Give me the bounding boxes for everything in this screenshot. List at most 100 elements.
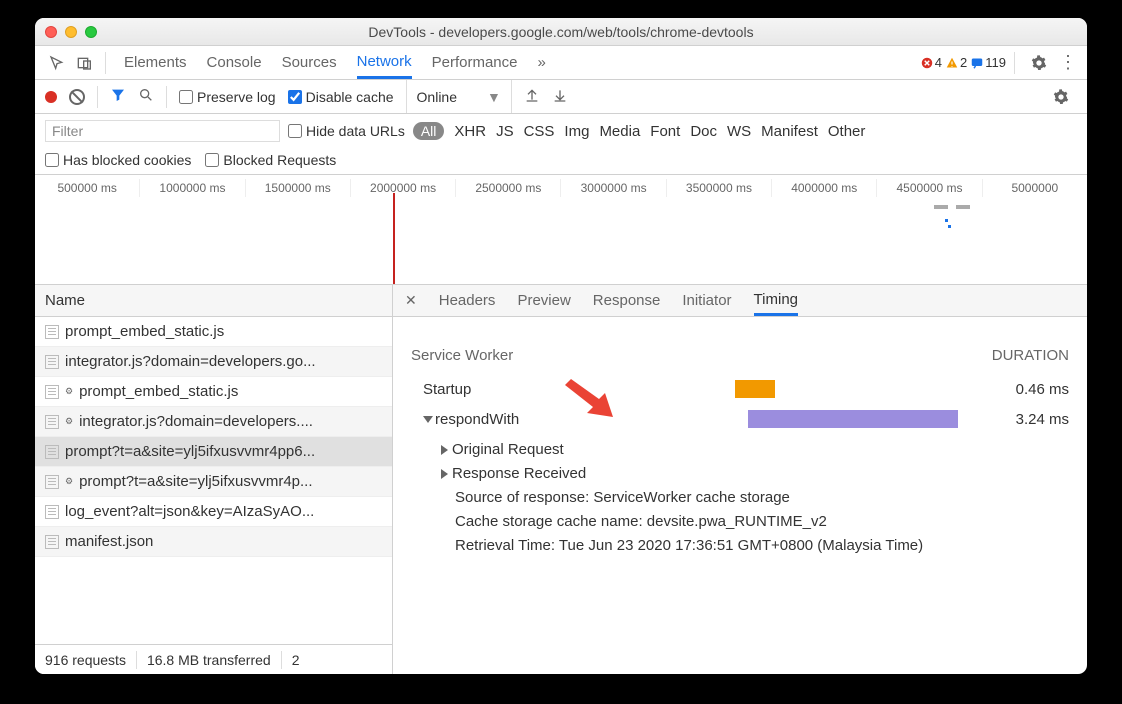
preserve-log-input[interactable] [179, 90, 193, 104]
request-row[interactable]: manifest.json [35, 527, 392, 557]
tab-sources[interactable]: Sources [282, 46, 337, 79]
disable-cache-label: Disable cache [306, 89, 394, 105]
filter-type-ws[interactable]: WS [727, 123, 751, 140]
has-blocked-cookies-label: Has blocked cookies [63, 152, 191, 168]
file-icon [45, 325, 59, 339]
device-toggle-icon[interactable] [73, 51, 97, 75]
record-button[interactable] [45, 91, 57, 103]
original-request-label: Original Request [452, 438, 564, 462]
response-source: Source of response: ServiceWorker cache … [455, 486, 1069, 510]
minimize-window-button[interactable] [65, 26, 77, 38]
request-row[interactable]: ⚙prompt?t=a&site=ylj5ifxusvvmr4p... [35, 467, 392, 497]
file-icon [45, 505, 59, 519]
timing-label-startup: Startup [411, 381, 551, 398]
close-detail-icon[interactable]: ✕ [405, 292, 417, 309]
filter-type-media[interactable]: Media [599, 123, 640, 140]
error-count: 4 [935, 55, 942, 70]
filter-type-manifest[interactable]: Manifest [761, 123, 818, 140]
tab-performance[interactable]: Performance [432, 46, 518, 79]
request-row[interactable]: prompt?t=a&site=ylj5ifxusvvmr4pp6... [35, 437, 392, 467]
timeline-marker [956, 205, 970, 209]
network-toolbar: Preserve log Disable cache Online ▼ [35, 80, 1087, 114]
timing-label-respondwith: respondWith [435, 411, 519, 428]
request-row[interactable]: ⚙prompt_embed_static.js [35, 377, 392, 407]
upload-icon[interactable] [524, 87, 540, 106]
retrieval-time: Retrieval Time: Tue Jun 23 2020 17:36:51… [455, 534, 1069, 558]
error-badge[interactable]: 4 [921, 55, 942, 70]
request-row[interactable]: integrator.js?domain=developers.go... [35, 347, 392, 377]
divider [281, 651, 282, 669]
response-received-toggle[interactable]: Response Received [441, 462, 1069, 486]
timeline-marker [945, 219, 948, 222]
tab-elements[interactable]: Elements [124, 46, 187, 79]
split-panes: Name prompt_embed_static.js integrator.js… [35, 285, 1087, 674]
timeline-tick: 1000000 ms [140, 179, 245, 197]
original-request-toggle[interactable]: Original Request [441, 438, 1069, 462]
message-badge[interactable]: 119 [971, 55, 1006, 70]
detail-tab-headers[interactable]: Headers [439, 285, 496, 316]
tab-console[interactable]: Console [207, 46, 262, 79]
tab-network[interactable]: Network [357, 46, 412, 79]
request-row[interactable]: ⚙integrator.js?domain=developers.... [35, 407, 392, 437]
status-badges: 4 2 119 [921, 55, 1006, 70]
tab-overflow[interactable]: » [538, 46, 546, 79]
more-menu-icon[interactable]: ⋮ [1059, 52, 1077, 73]
filter-type-css[interactable]: CSS [524, 123, 555, 140]
download-icon[interactable] [552, 87, 568, 106]
warning-badge[interactable]: 2 [946, 55, 967, 70]
blocked-requests-checkbox[interactable]: Blocked Requests [205, 152, 336, 168]
disable-cache-checkbox[interactable]: Disable cache [288, 89, 394, 105]
filter-type-img[interactable]: Img [564, 123, 589, 140]
throttling-value: Online [417, 89, 457, 105]
request-row[interactable]: prompt_embed_static.js [35, 317, 392, 347]
close-window-button[interactable] [45, 26, 57, 38]
file-icon [45, 445, 59, 459]
timing-bar-startup [735, 380, 775, 398]
timeline-overview[interactable]: 500000 ms 1000000 ms 1500000 ms 2000000 … [35, 175, 1087, 285]
detail-tab-preview[interactable]: Preview [517, 285, 570, 316]
blocked-requests-input[interactable] [205, 153, 219, 167]
network-settings-icon[interactable] [1053, 89, 1069, 105]
timeline-tick: 500000 ms [35, 179, 140, 197]
filter-type-font[interactable]: Font [650, 123, 680, 140]
maximize-window-button[interactable] [85, 26, 97, 38]
request-name: prompt_embed_static.js [65, 323, 224, 340]
filter-input[interactable] [45, 120, 280, 142]
caret-right-icon [441, 445, 448, 455]
inspect-icon[interactable] [45, 51, 69, 75]
timeline-labels: 500000 ms 1000000 ms 1500000 ms 2000000 … [35, 175, 1087, 197]
settings-icon[interactable] [1031, 55, 1047, 71]
message-count: 119 [985, 55, 1006, 70]
timeline-tick: 5000000 [983, 179, 1087, 197]
preserve-log-label: Preserve log [197, 89, 276, 105]
timeline-marker [948, 225, 951, 228]
filter-type-other[interactable]: Other [828, 123, 866, 140]
timing-row-respondwith[interactable]: respondWith 3.24 ms [411, 404, 1069, 434]
timeline-marker [934, 205, 948, 209]
disable-cache-input[interactable] [288, 90, 302, 104]
filter-type-js[interactable]: JS [496, 123, 514, 140]
filter-type-doc[interactable]: Doc [690, 123, 717, 140]
name-column-header[interactable]: Name [35, 285, 392, 317]
filter-type-xhr[interactable]: XHR [454, 123, 486, 140]
detail-tab-initiator[interactable]: Initiator [682, 285, 731, 316]
search-icon[interactable] [138, 87, 154, 106]
filter-type-all[interactable]: All [413, 122, 445, 140]
filter-icon[interactable] [110, 87, 126, 106]
detail-tab-response[interactable]: Response [593, 285, 661, 316]
clear-button[interactable] [69, 89, 85, 105]
throttling-dropdown[interactable]: Online ▼ [406, 80, 512, 113]
status-extra: 2 [292, 652, 300, 668]
request-name: prompt?t=a&site=ylj5ifxusvvmr4pp6... [65, 443, 315, 460]
preserve-log-checkbox[interactable]: Preserve log [179, 89, 276, 105]
timeline-playhead [393, 193, 395, 284]
type-filters: All XHR JS CSS Img Media Font Doc WS Man… [413, 122, 866, 140]
request-row[interactable]: log_event?alt=json&key=AIzaSyAO... [35, 497, 392, 527]
has-blocked-cookies-input[interactable] [45, 153, 59, 167]
divider [166, 86, 167, 108]
has-blocked-cookies-checkbox[interactable]: Has blocked cookies [45, 152, 191, 168]
hide-data-urls-checkbox[interactable]: Hide data URLs [288, 123, 405, 139]
timing-duration-startup: 0.46 ms [989, 381, 1069, 398]
hide-data-urls-input[interactable] [288, 124, 302, 138]
detail-tab-timing[interactable]: Timing [754, 285, 798, 316]
